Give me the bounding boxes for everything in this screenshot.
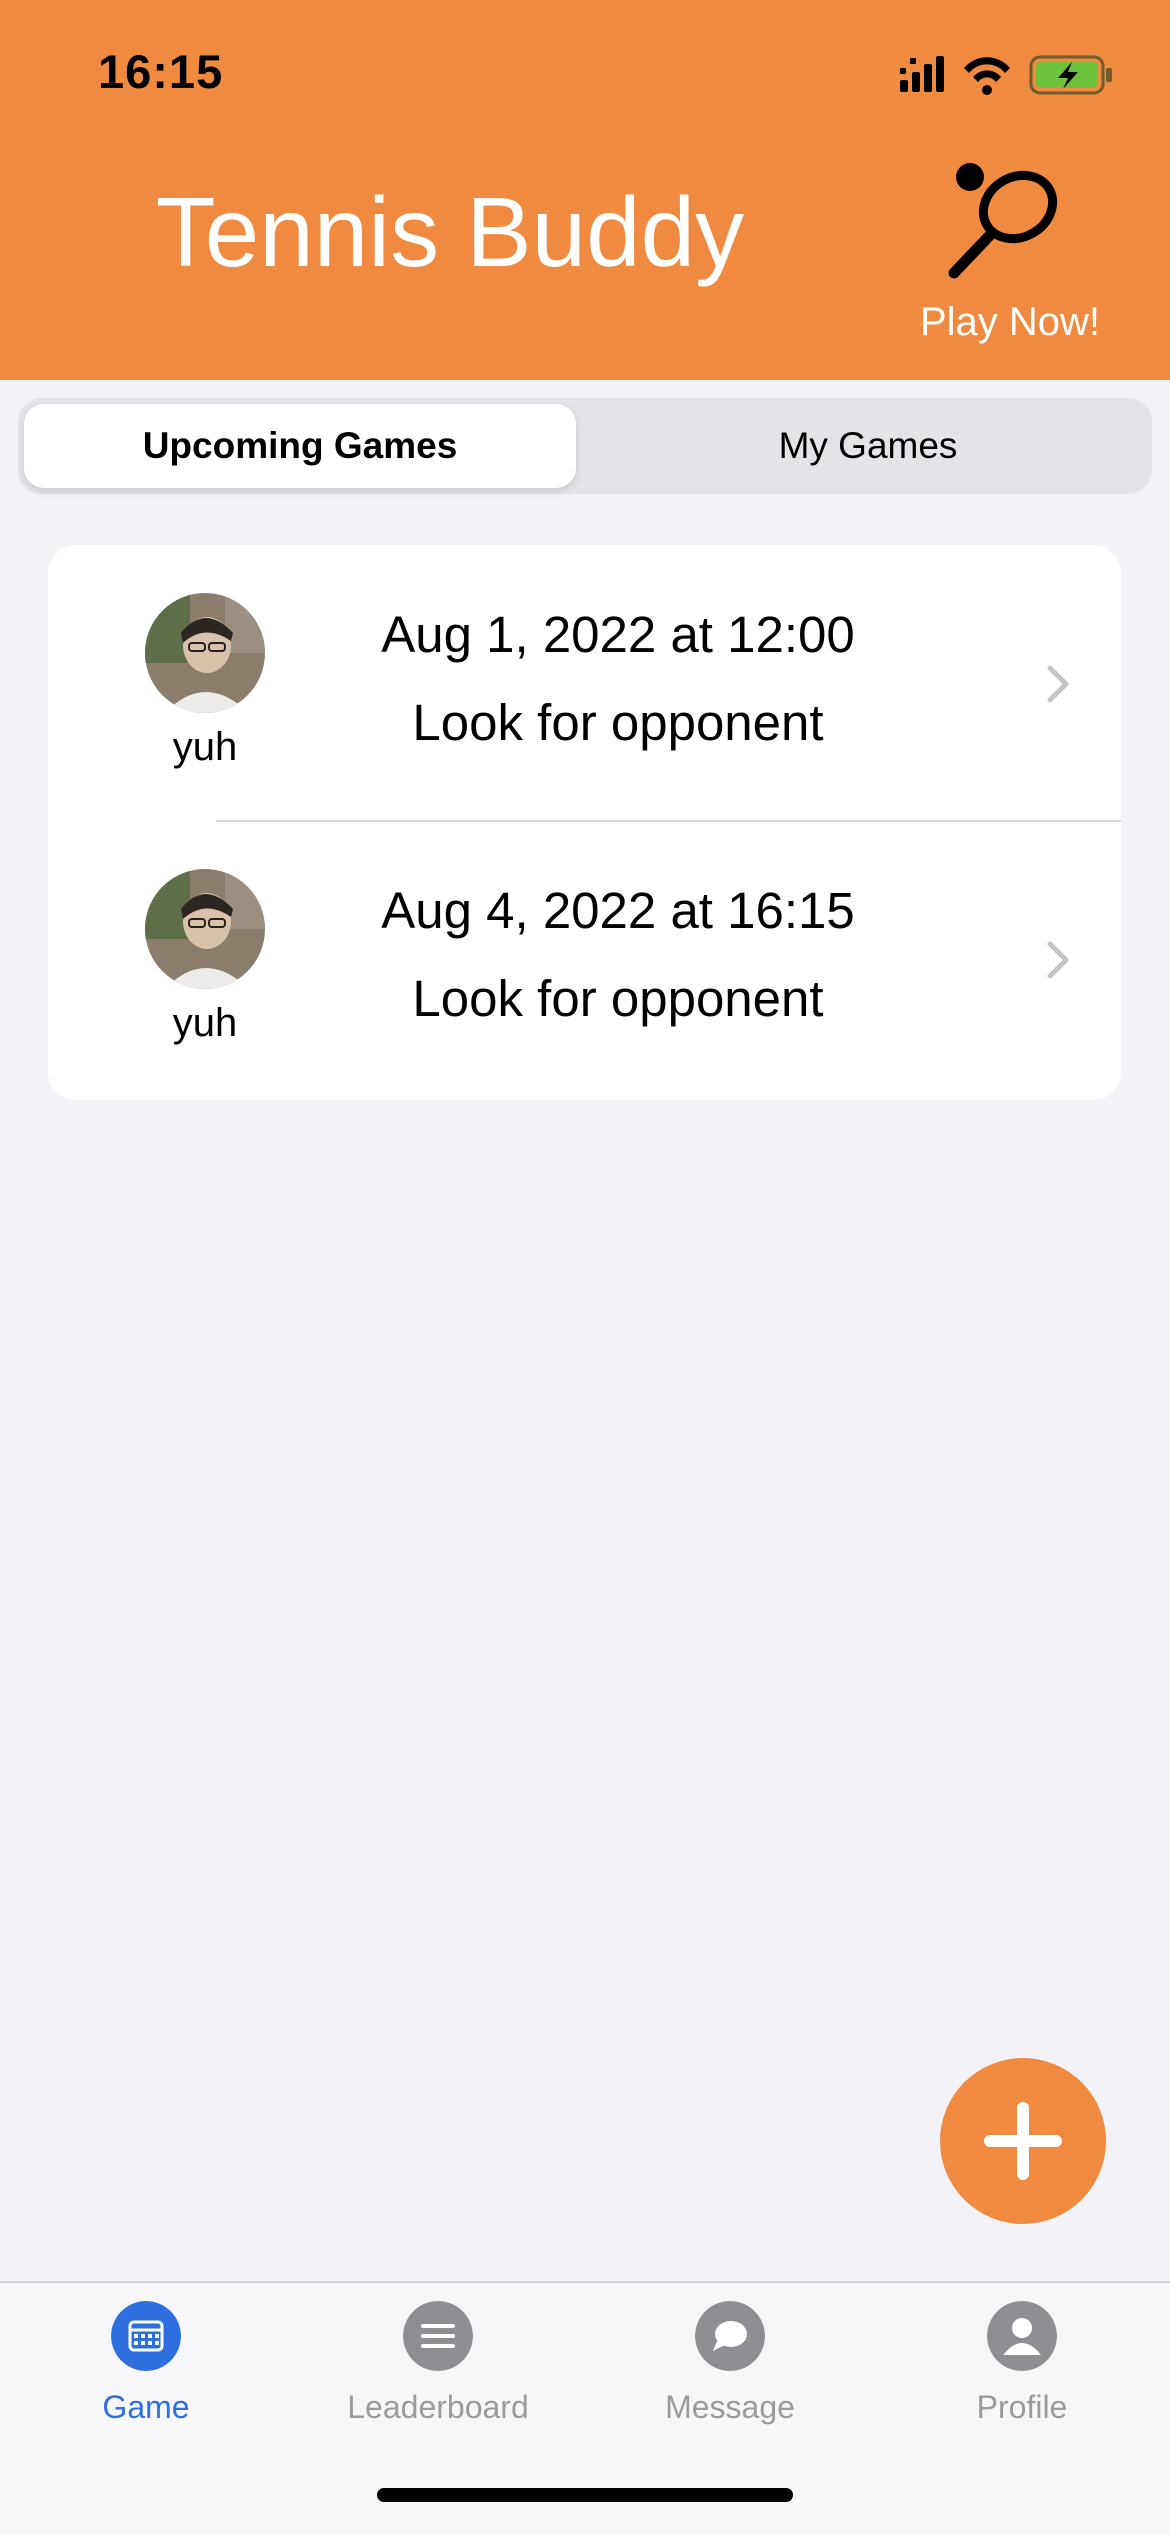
avatar (145, 869, 265, 989)
game-row[interactable]: yuh Aug 1, 2022 at 12:00 Look for oppone… (48, 545, 1121, 822)
games-list: yuh Aug 1, 2022 at 12:00 Look for oppone… (48, 545, 1121, 1100)
status-icons (900, 55, 1112, 95)
person-icon (987, 2301, 1057, 2371)
battery-icon (1029, 55, 1112, 95)
game-status: Look for opponent (412, 694, 824, 751)
app-header: 16:15 Tennis Buddy Play Now! (0, 0, 1170, 380)
tab-message[interactable]: Message (584, 2301, 876, 2451)
game-date: Aug 4, 2022 at 16:15 (381, 882, 855, 939)
tennis-racket-icon[interactable] (940, 155, 1070, 285)
tab-upcoming-games[interactable]: Upcoming Games (24, 404, 576, 488)
tab-my-games[interactable]: My Games (592, 404, 1144, 488)
tab-label: Leaderboard (347, 2389, 529, 2425)
tab-profile[interactable]: Profile (876, 2301, 1168, 2451)
chat-bubble-icon (695, 2301, 765, 2371)
add-game-button[interactable] (940, 2058, 1106, 2224)
tab-game[interactable]: Game (0, 2301, 292, 2451)
play-now-button[interactable]: Play Now! (905, 300, 1115, 345)
chevron-right-icon (1047, 941, 1069, 979)
status-time: 16:15 (98, 45, 224, 98)
list-icon (403, 2301, 473, 2371)
tab-label: Profile (976, 2389, 1068, 2425)
game-status: Look for opponent (412, 970, 824, 1027)
username: yuh (172, 725, 238, 769)
tab-leaderboard[interactable]: Leaderboard (292, 2301, 584, 2451)
games-segmented-control: Upcoming Games My Games (18, 398, 1152, 494)
calendar-icon (111, 2301, 181, 2371)
game-date: Aug 1, 2022 at 12:00 (381, 606, 855, 663)
tab-label: Message (665, 2389, 795, 2425)
chevron-right-icon (1047, 665, 1069, 703)
home-indicator[interactable] (377, 2488, 793, 2502)
avatar (145, 593, 265, 713)
tab-label: Game (102, 2389, 190, 2425)
wifi-icon (964, 57, 1010, 95)
app-title: Tennis Buddy (155, 177, 745, 287)
username: yuh (172, 1001, 238, 1045)
cellular-signal-icon (900, 56, 944, 92)
game-row[interactable]: yuh Aug 4, 2022 at 16:15 Look for oppone… (48, 821, 1121, 1097)
plus-icon (984, 2102, 1062, 2180)
